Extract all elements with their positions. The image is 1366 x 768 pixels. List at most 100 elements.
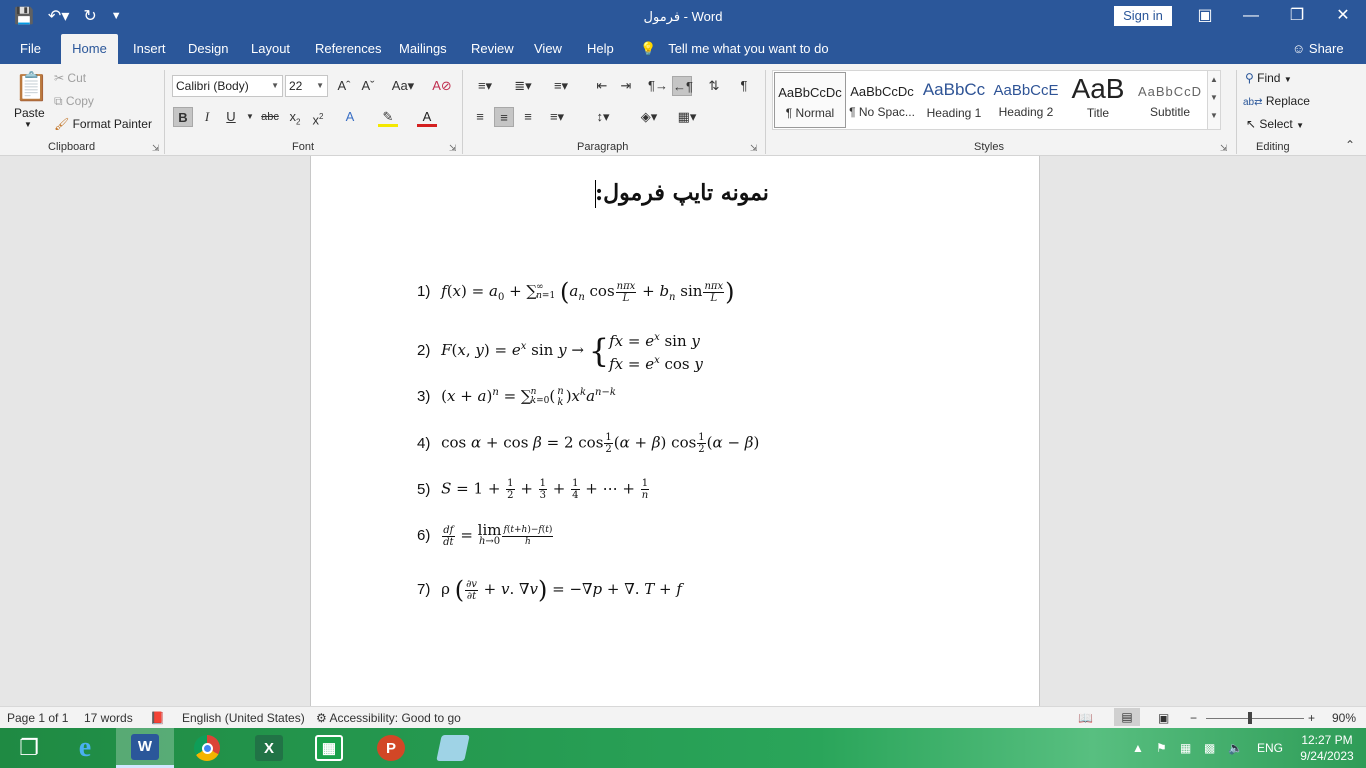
highlight-color-icon[interactable]: ✎ [378,107,398,127]
customize-qat-icon[interactable]: ▼ [111,10,122,22]
zoom-slider-thumb[interactable] [1248,712,1252,724]
taskbar-excel[interactable]: X [240,728,298,768]
strikethrough-button[interactable]: abc [260,107,280,127]
web-layout-icon[interactable]: ▣ [1158,711,1169,725]
cut-button[interactable]: ✂ Cut [54,71,86,85]
align-right-icon[interactable]: ≡ [518,107,538,127]
styles-launcher-icon[interactable]: ⇲ [1220,143,1228,154]
tab-view[interactable]: View [524,34,572,64]
share-button[interactable]: ☺ Share [1292,34,1344,64]
tab-layout[interactable]: Layout [241,34,300,64]
underline-button[interactable]: U [221,107,241,127]
tab-design[interactable]: Design [178,34,238,64]
show-formatting-marks-icon[interactable]: ¶ [734,76,754,96]
bullets-icon[interactable]: ≡▾ [470,76,500,96]
zoom-slider-track[interactable] [1206,718,1304,719]
clear-formatting-icon[interactable]: A⊘ [432,76,452,96]
bold-button[interactable]: B [173,107,193,127]
taskbar-chrome[interactable] [178,728,236,768]
taskbar-sheets[interactable]: ▦ [300,728,358,768]
justify-icon[interactable]: ≡▾ [542,107,572,127]
format-painter-button[interactable]: 🖌 Format Painter [54,117,152,131]
shrink-font-icon[interactable]: Aˇ [358,76,378,96]
collapse-ribbon-icon[interactable]: ⌃ [1340,138,1360,152]
paste-icon[interactable]: 📋 [14,70,49,103]
more-styles-icon[interactable]: ▼ [1208,107,1220,125]
start-button[interactable]: ❐ [0,728,58,768]
style-no-spacing[interactable]: AaBbCcDc ¶ No Spac... [846,72,918,128]
undo-icon[interactable]: ↶▾ [48,6,69,26]
zoom-in-icon[interactable]: + [1308,711,1315,725]
multilevel-list-icon[interactable]: ≡▾ [546,76,576,96]
close-button[interactable]: ✕ [1320,0,1366,34]
ltr-direction-icon[interactable]: ¶→ [648,76,668,96]
style-heading-1[interactable]: AaBbCc Heading 1 [918,72,990,128]
word-count[interactable]: 17 words [84,711,133,725]
rtl-direction-icon[interactable]: ←¶ [672,76,693,96]
clipboard-launcher-icon[interactable]: ⇲ [152,143,160,154]
replace-button[interactable]: ab⇄ Replace [1243,94,1310,108]
taskbar-internet-explorer[interactable]: e [56,728,114,768]
battery-icon[interactable]: ▩ [1204,728,1215,768]
read-mode-icon[interactable]: 📖 [1078,711,1093,725]
superscript-button[interactable]: x2 [308,107,328,127]
font-color-icon[interactable]: A [417,107,437,127]
paste-dropdown-icon[interactable]: ▼ [24,120,32,129]
tab-mailings[interactable]: Mailings [389,34,457,64]
taskbar-powerpoint[interactable]: P [362,728,420,768]
tab-home[interactable]: Home [61,34,118,64]
copy-button[interactable]: ⧉ Copy [54,94,94,109]
paste-button[interactable]: Paste [14,106,45,120]
redo-icon[interactable]: ↻ [83,6,96,26]
print-layout-icon[interactable]: ▤ [1114,708,1140,726]
grow-font-icon[interactable]: Aˆ [334,76,354,96]
italic-button[interactable]: I [197,107,217,127]
tab-references[interactable]: References [305,34,391,64]
tab-review[interactable]: Review [461,34,524,64]
scroll-up-icon[interactable]: ▲ [1208,71,1220,89]
font-launcher-icon[interactable]: ⇲ [449,143,457,154]
restore-button[interactable]: ❐ [1274,0,1320,34]
clock[interactable]: 12:27 PM 9/24/2023 [1292,732,1362,764]
ribbon-display-options-icon[interactable]: ▣ [1182,0,1228,34]
align-left-icon[interactable]: ≡ [470,107,490,127]
underline-dropdown-icon[interactable]: ▼ [240,107,260,127]
action-center-icon[interactable]: ⚑ [1156,728,1167,768]
proofing-icon[interactable]: 📕 [150,711,165,725]
line-spacing-icon[interactable]: ↕▾ [588,107,618,127]
tell-me-search[interactable]: 💡 Tell me what you want to do [640,34,829,64]
select-button[interactable]: ↖ Select ▼ [1246,117,1304,131]
save-icon[interactable]: 💾 [14,6,34,26]
font-size-combo[interactable]: 22 ▼ [285,75,328,97]
increase-indent-icon[interactable]: ⇥ [616,76,636,96]
sort-icon[interactable]: ⇅ [704,76,724,96]
scroll-down-icon[interactable]: ▼ [1208,89,1220,107]
style-subtitle[interactable]: AaBbCcD Subtitle [1134,72,1206,128]
taskbar-word[interactable]: W [116,728,174,768]
style-title[interactable]: AaB Title [1062,72,1134,128]
tab-insert[interactable]: Insert [123,34,176,64]
numbering-icon[interactable]: ≣▾ [508,76,538,96]
zoom-level[interactable]: 90% [1332,711,1356,725]
decrease-indent-icon[interactable]: ⇤ [592,76,612,96]
find-button[interactable]: ⚲ Find ▼ [1245,71,1292,85]
paragraph-launcher-icon[interactable]: ⇲ [750,143,758,154]
text-effects-icon[interactable]: A [340,107,360,127]
taskbar-notes[interactable] [424,728,482,768]
style-heading-2[interactable]: AaBbCcE Heading 2 [990,72,1062,128]
input-language[interactable]: ENG [1257,728,1283,768]
subscript-button[interactable]: x2 [285,107,305,127]
tab-file[interactable]: File [10,34,51,64]
accessibility-status[interactable]: ⚙ Accessibility: Good to go [316,711,461,725]
font-name-combo[interactable]: Calibri (Body) ▼ [172,75,283,97]
align-center-icon[interactable]: ≡ [494,107,514,127]
zoom-out-icon[interactable]: − [1190,711,1197,725]
sign-in-button[interactable]: Sign in [1114,6,1172,26]
style-normal[interactable]: AaBbCcDc ¶ Normal [774,72,846,128]
styles-scroll[interactable]: ▲ ▼ ▼ [1207,70,1221,130]
change-case-icon[interactable]: Aa▾ [388,76,418,96]
page-count[interactable]: Page 1 of 1 [7,711,68,725]
show-hidden-icons[interactable]: ▲ [1132,728,1144,768]
borders-icon[interactable]: ▦▾ [672,107,702,127]
shading-icon[interactable]: ◈▾ [634,107,664,127]
